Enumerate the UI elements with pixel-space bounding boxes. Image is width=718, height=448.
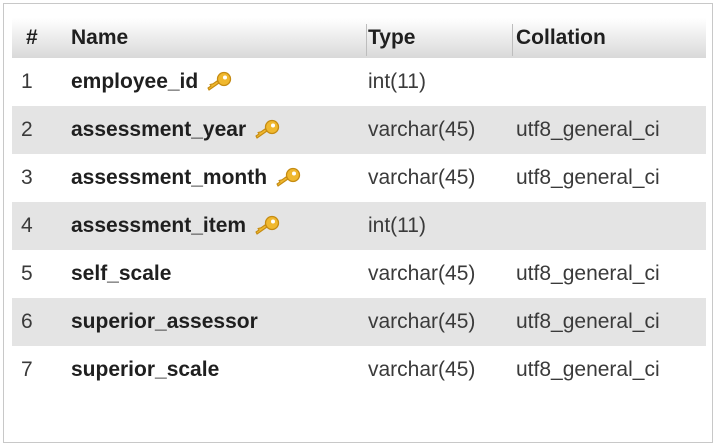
column-header-number[interactable]: # [26, 18, 38, 58]
column-divider [366, 24, 367, 56]
row-number: 3 [21, 166, 33, 189]
column-collation: utf8_general_ci [516, 166, 660, 189]
column-name-text: assessment_item [71, 214, 247, 237]
column-collation: utf8_general_ci [516, 358, 660, 381]
table-row[interactable]: 7 superior_scale varchar(45) utf8_genera… [12, 346, 706, 394]
key-icon [207, 71, 232, 91]
row-number: 5 [21, 262, 33, 285]
column-type: int(11) [368, 214, 426, 237]
column-name[interactable]: superior_scale [71, 346, 219, 394]
column-type: varchar(45) [368, 262, 476, 285]
key-icon [255, 215, 280, 235]
column-divider [512, 24, 513, 56]
table-row[interactable]: 4 assessment_item int(11) [12, 202, 706, 250]
row-number: 7 [21, 358, 33, 381]
column-name[interactable]: assessment_month [71, 154, 302, 202]
column-name-text: superior_scale [71, 358, 220, 381]
table-header: # Name Type Collation [12, 18, 706, 58]
table-row[interactable]: 3 assessment_month varchar(45) utf8_gene… [12, 154, 706, 202]
column-type: varchar(45) [368, 310, 476, 333]
column-name-text: self_scale [71, 262, 172, 285]
table-row[interactable]: 5 self_scale varchar(45) utf8_general_ci [12, 250, 706, 298]
column-header-name[interactable]: Name [71, 18, 128, 58]
column-header-type[interactable]: Type [368, 18, 415, 58]
column-name-text: superior_assessor [71, 310, 258, 333]
row-number: 1 [21, 70, 33, 93]
column-type: int(11) [368, 70, 426, 93]
column-name[interactable]: employee_id [71, 58, 233, 106]
column-type: varchar(45) [368, 358, 476, 381]
table-row[interactable]: 1 employee_id int(11) [12, 58, 706, 106]
column-name[interactable]: superior_assessor [71, 298, 258, 346]
table-row[interactable]: 2 assessment_year varchar(45) utf8_gener… [12, 106, 706, 154]
key-icon [255, 119, 280, 139]
column-name-text: assessment_month [71, 166, 268, 189]
column-name[interactable]: assessment_year [71, 106, 281, 154]
column-collation: utf8_general_ci [516, 310, 660, 333]
column-type: varchar(45) [368, 166, 476, 189]
column-header-collation[interactable]: Collation [516, 18, 606, 58]
column-collation: utf8_general_ci [516, 118, 660, 141]
column-name-text: assessment_year [71, 118, 247, 141]
row-number: 6 [21, 310, 33, 333]
column-name[interactable]: self_scale [71, 250, 171, 298]
column-type: varchar(45) [368, 118, 476, 141]
row-number: 4 [21, 214, 33, 237]
table-row[interactable]: 6 superior_assessor varchar(45) utf8_gen… [12, 298, 706, 346]
key-icon [276, 167, 301, 187]
structure-table: # Name Type Collation 1 employee_id int(… [3, 3, 713, 443]
row-number: 2 [21, 118, 33, 141]
column-collation: utf8_general_ci [516, 262, 660, 285]
column-name-text: employee_id [71, 70, 199, 93]
column-name[interactable]: assessment_item [71, 202, 281, 250]
